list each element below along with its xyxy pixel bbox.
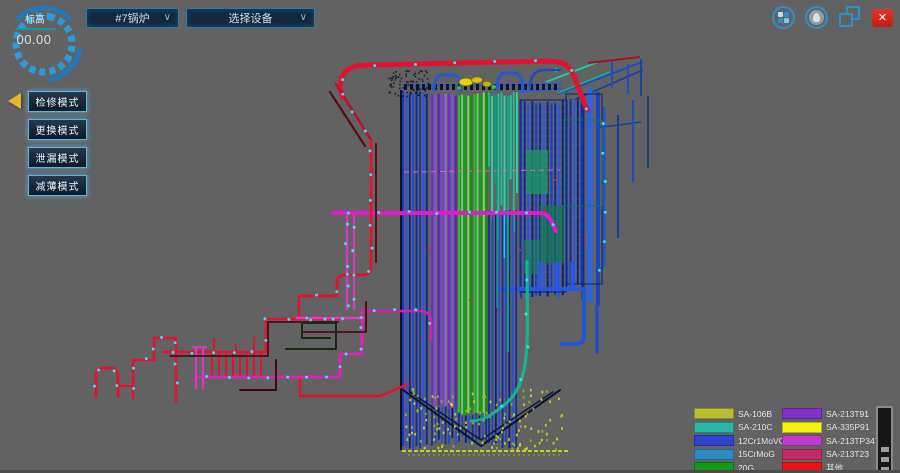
- device-select-dropdown[interactable]: 选择设备 ∨: [186, 8, 315, 28]
- legend-row: SA-213TP347H: [782, 435, 886, 446]
- legend-label: 15CrMoG: [738, 449, 775, 459]
- legend-swatch: [694, 449, 734, 460]
- gauge-divider: [16, 28, 56, 30]
- legend-row: 15CrMoG: [694, 449, 785, 460]
- legend-swatch: [694, 422, 734, 433]
- legend-row: 20G: [694, 462, 785, 473]
- legend-swatch: [782, 449, 822, 460]
- gauge-value: 00.00: [4, 32, 64, 47]
- mode-button-2[interactable]: 更换模式: [28, 119, 87, 140]
- gauge-label: 标高: [6, 11, 64, 26]
- legend-column-1: SA-106B SA-210C 12Cr1MoVG 15CrMoG 20G: [694, 408, 785, 473]
- legend-swatch: [782, 408, 822, 419]
- grid-squares: [778, 12, 789, 23]
- legend-label: SA-213T23: [826, 449, 869, 459]
- legend-scrollbar[interactable]: [876, 406, 893, 473]
- legend-row: SA-106B: [694, 408, 785, 419]
- droplet-icon[interactable]: [805, 6, 828, 29]
- legend-label: 20G: [738, 463, 754, 473]
- boiler-select-value: #7锅炉: [115, 10, 149, 26]
- mode-button-4[interactable]: 减薄模式: [28, 175, 87, 196]
- collapse-arrow-icon[interactable]: [8, 93, 21, 109]
- layers-front-square: [839, 13, 853, 27]
- chevron-down-icon: ∨: [300, 12, 307, 23]
- device-select-value: 选择设备: [229, 10, 273, 26]
- mode-button-1[interactable]: 检修模式: [28, 91, 87, 112]
- legend-label: SA-213T91: [826, 409, 869, 419]
- app-window: 标高 00.00 #7锅炉 ∨ 选择设备 ∨ ✕ 检修模式更换模式泄漏模式减薄模…: [0, 0, 900, 473]
- legend-column-2: SA-213T91 SA-335P91 SA-213TP347H SA-213T23 其…: [782, 408, 886, 473]
- legend-row: SA-213T91: [782, 408, 886, 419]
- legend-label: SA-106B: [738, 409, 772, 419]
- mode-panel: 检修模式更换模式泄漏模式减薄模式: [28, 91, 87, 196]
- legend-label: SA-210C: [738, 422, 773, 432]
- layers-icon[interactable]: [838, 6, 862, 29]
- legend-swatch: [782, 435, 822, 446]
- close-button[interactable]: ✕: [872, 9, 893, 27]
- legend-label: SA-335P91: [826, 422, 869, 432]
- legend-swatch: [694, 462, 734, 473]
- legend-swatch: [694, 408, 734, 419]
- legend-row: 12Cr1MoVG: [694, 435, 785, 446]
- droplet-circle: [809, 10, 824, 25]
- legend-row: SA-335P91: [782, 422, 886, 433]
- legend-swatch: [782, 462, 822, 473]
- boiler-3d-model-viewport[interactable]: [0, 0, 900, 473]
- mode-button-3[interactable]: 泄漏模式: [28, 147, 87, 168]
- legend-row: SA-213T23: [782, 449, 886, 460]
- legend-row: SA-210C: [694, 422, 785, 433]
- legend-row: 其他: [782, 462, 886, 473]
- legend-swatch: [782, 422, 822, 433]
- close-icon: ✕: [878, 11, 887, 24]
- droplet-shape: [813, 13, 820, 22]
- boiler-select-dropdown[interactable]: #7锅炉 ∨: [86, 8, 179, 28]
- legend-label: 12Cr1MoVG: [738, 436, 785, 446]
- elevation-gauge: 标高 00.00: [2, 0, 88, 86]
- layout-grid-icon[interactable]: [772, 6, 795, 29]
- legend-label: 其他: [826, 462, 843, 473]
- window-controls: ✕: [772, 6, 893, 29]
- legend-swatch: [694, 435, 734, 446]
- chevron-down-icon: ∨: [164, 12, 171, 23]
